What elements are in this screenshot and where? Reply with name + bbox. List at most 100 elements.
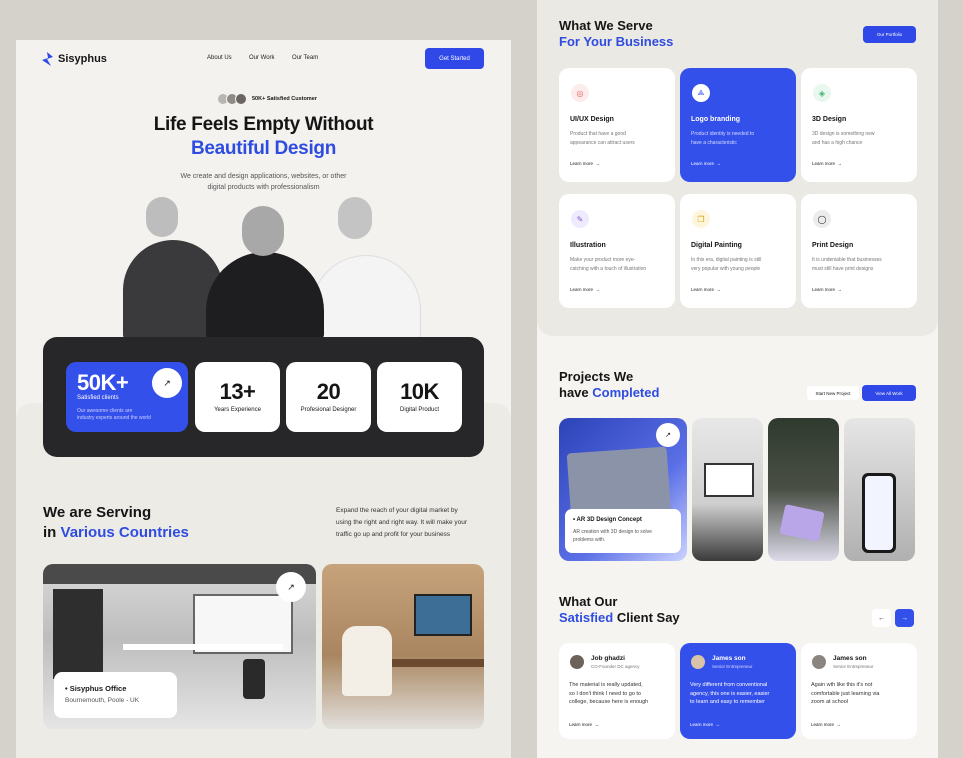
office-info-card: • Sisyphus Office Bournemouth, Poole - U… xyxy=(54,672,177,718)
testimonials-title: What Our Satisfied Client Say xyxy=(559,594,680,626)
desk xyxy=(123,644,283,650)
meeting-room-photo[interactable] xyxy=(322,564,484,729)
arrow-up-right-icon[interactable]: ↗ xyxy=(656,423,680,447)
serving-title-line1: We are Serving xyxy=(43,504,152,521)
service-card-logo-branding[interactable]: ⟁ Logo branding Product identity is need… xyxy=(680,68,796,182)
testimonial-card: Job ghadzi CO-Founder DC agency The mate… xyxy=(559,643,675,739)
pen-icon: ✎ xyxy=(571,210,589,228)
project-title: AR 3D Design Concept xyxy=(576,517,642,523)
arrow-up-right-icon[interactable]: ↗ xyxy=(152,368,182,398)
brand-logo[interactable]: Sisyphus xyxy=(42,52,107,66)
tablet xyxy=(779,504,825,542)
hero-subtitle: We create and design applications, websi… xyxy=(16,171,511,193)
project-info-card: • AR 3D Design Concept AR creation with … xyxy=(565,509,681,553)
service-card-print-design[interactable]: ◯ Print Design It is undeniable that bus… xyxy=(801,194,917,308)
table xyxy=(392,659,484,667)
service-desc-line2: and has a high chance xyxy=(812,140,863,146)
testimonial-quote-line2: so I don't think I need to go to xyxy=(569,690,641,697)
service-desc: Make your product more eye-catching with… xyxy=(570,256,666,274)
stat-years-value: 13+ xyxy=(219,379,256,404)
project-desc-line1: AR creation with 3D design to solve xyxy=(573,529,652,535)
learn-more-link[interactable]: Learn more → xyxy=(811,722,841,727)
learn-more-link[interactable]: Learn more → xyxy=(570,287,600,292)
office-location: Bournemouth, Poole - UK xyxy=(65,697,140,704)
nav-our-work[interactable]: Our Work xyxy=(249,55,275,61)
service-desc-line1: Make your product more eye- xyxy=(570,257,636,263)
service-title: UI/UX Design xyxy=(570,116,614,123)
serving-title-in: in xyxy=(43,524,57,541)
our-portfolio-button[interactable]: Our Portfolio xyxy=(863,26,916,43)
office-photo[interactable]: ↗ • Sisyphus Office Bournemouth, Poole -… xyxy=(43,564,316,729)
monitor xyxy=(704,463,754,497)
testimonials-title-line1: What Our xyxy=(559,594,618,609)
service-desc-line1: Product identity is needed to xyxy=(691,131,755,137)
projects-title-line1: Projects We xyxy=(559,369,634,384)
branding-icon: ⟁ xyxy=(692,84,710,102)
service-title: 3D Design xyxy=(812,116,847,123)
learn-more-link[interactable]: Learn more → xyxy=(690,722,720,727)
nav-about-us[interactable]: About Us xyxy=(207,55,232,61)
stat-clients-value: 50K+ xyxy=(77,370,129,395)
project-ar-3d[interactable]: ↗ • AR 3D Design Concept AR creation wit… xyxy=(559,418,687,561)
service-card-3d-design[interactable]: ◈ 3D Design 3D design is something new an… xyxy=(801,68,917,182)
learn-more-link[interactable]: Learn more → xyxy=(812,161,842,166)
service-card-digital-painting[interactable]: ❐ Digital Painting In this era, digital … xyxy=(680,194,796,308)
testimonials-title-highlight: Satisfied xyxy=(559,610,614,625)
testimonial-role: Senior Entrepreneur xyxy=(833,664,874,669)
stat-card-products: 10K Digital Product xyxy=(377,362,462,432)
service-desc-line2: catching with a touch of illustration xyxy=(570,266,647,272)
learn-more-label: Learn more xyxy=(690,722,714,727)
stat-products-value: 10K xyxy=(400,379,439,404)
testimonial-quote-line2: comfortable just learning via xyxy=(811,690,880,697)
services-title-line2: For Your Business xyxy=(559,34,674,49)
prev-arrow-icon[interactable]: ← xyxy=(872,609,891,627)
next-arrow-icon[interactable]: → xyxy=(895,609,914,627)
service-title: Print Design xyxy=(812,242,854,249)
project-web-design[interactable] xyxy=(692,418,763,561)
satisfied-customer-badge: 50K+ Satisfied Customer xyxy=(217,93,317,105)
service-desc-line1: It is undeniable that businesses xyxy=(812,257,882,263)
hero-subtitle-line1: We create and design applications, websi… xyxy=(180,173,347,180)
learn-more-label: Learn more xyxy=(812,161,836,166)
service-desc: Product identity is needed to have a char… xyxy=(691,130,787,148)
testimonial-name: James son xyxy=(833,655,867,662)
painting-icon: ❐ xyxy=(692,210,710,228)
person-center-head xyxy=(242,206,284,256)
testimonials-title-rest: Client Say xyxy=(616,610,680,625)
learn-more-link[interactable]: Learn more → xyxy=(569,722,599,727)
learn-more-link[interactable]: Learn more → xyxy=(570,161,600,166)
testimonial-quote: Very different from conventional agency, … xyxy=(690,681,790,707)
learn-more-link[interactable]: Learn more → xyxy=(691,161,721,166)
wall-screen xyxy=(414,594,472,636)
service-desc: In this era, digital painting is still ve… xyxy=(691,256,787,274)
uiux-icon: ◎ xyxy=(571,84,589,102)
learn-more-link[interactable]: Learn more → xyxy=(812,287,842,292)
stat-card-designers: 20 Profesional Designer xyxy=(286,362,371,432)
arrow-up-right-icon[interactable]: ↗ xyxy=(276,572,306,602)
service-card-illustration[interactable]: ✎ Illustration Make your product more ey… xyxy=(559,194,675,308)
hero-subtitle-line2: digital products with professionalism xyxy=(207,184,320,191)
view-all-work-button[interactable]: View All Work xyxy=(862,385,916,401)
person-right xyxy=(311,255,421,340)
start-new-project-button[interactable]: Start New Project xyxy=(807,386,859,400)
project-illustration[interactable] xyxy=(768,418,839,561)
3d-design-icon: ◈ xyxy=(813,84,831,102)
service-title: Logo branding xyxy=(691,116,740,123)
service-desc-line1: 3D design is something new xyxy=(812,131,875,137)
testimonial-role: CO-Founder DC agency xyxy=(591,664,640,669)
avatar xyxy=(570,655,584,669)
service-desc-line2: appearance can attract users xyxy=(570,140,635,146)
nav-our-team[interactable]: Our Team xyxy=(292,55,318,61)
services-title-line1: What We Serve xyxy=(559,18,653,33)
service-card-uiux[interactable]: ◎ UI/UX Design Product that have a good a… xyxy=(559,68,675,182)
get-started-button[interactable]: Get Started xyxy=(425,48,484,69)
serving-desc-line1: Expand the reach of your digital market … xyxy=(336,507,458,514)
testimonial-name: Job ghadzi xyxy=(591,655,625,662)
learn-more-link[interactable]: Learn more → xyxy=(691,287,721,292)
project-mobile-app[interactable] xyxy=(844,418,915,561)
learn-more-label: Learn more xyxy=(811,722,835,727)
satisfied-customer-text: 50K+ Satisfied Customer xyxy=(252,96,317,102)
landing-page-left: Sisyphus About Us Our Work Our Team Get … xyxy=(16,40,511,758)
testimonial-quote-line1: Again wth like this it's not xyxy=(811,682,873,688)
landing-page-right: What We Serve For Your Business Our Port… xyxy=(537,0,938,758)
